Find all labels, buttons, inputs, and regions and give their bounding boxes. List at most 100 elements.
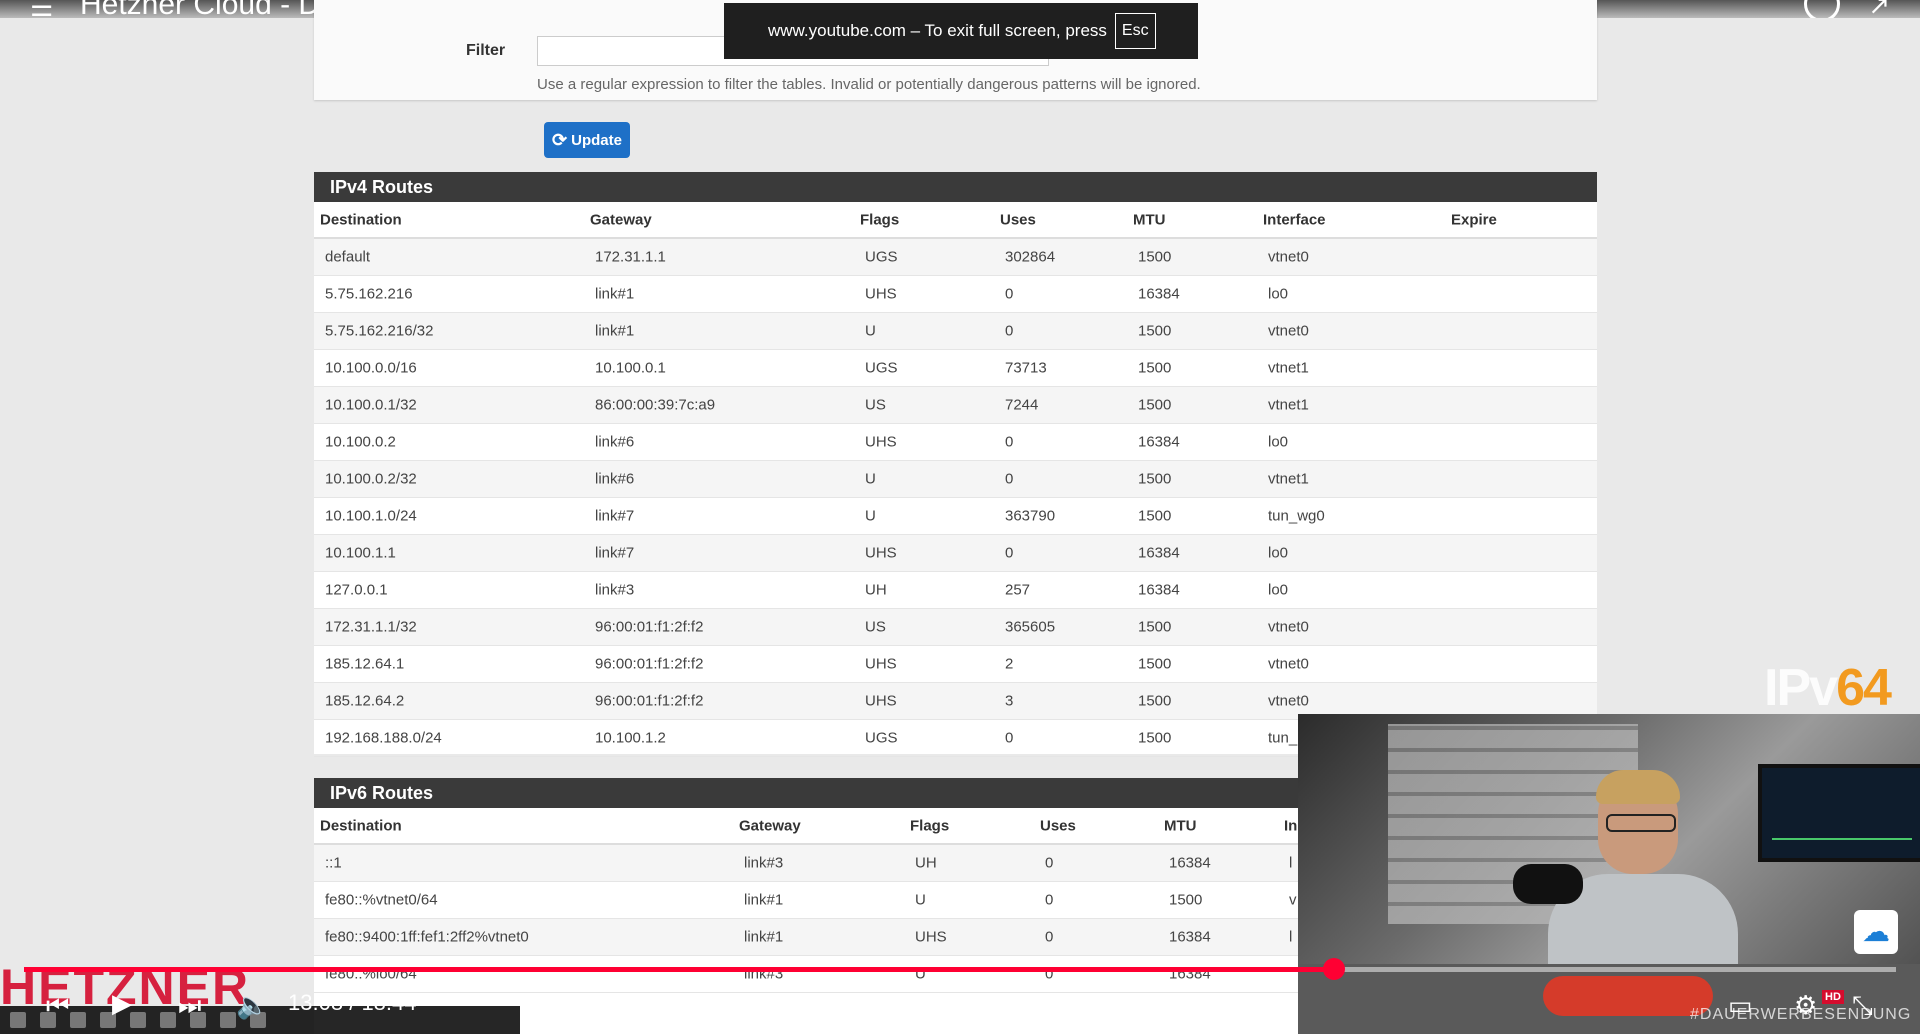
table-cell: UHS [865, 285, 897, 303]
table-cell: U [865, 322, 876, 340]
progress-scrubber[interactable] [1323, 958, 1345, 980]
column-header: MTU [1133, 211, 1166, 228]
table-cell: 127.0.0.1 [325, 581, 388, 599]
table-cell: UGS [865, 248, 898, 266]
play-icon[interactable]: ▶ [112, 988, 132, 1019]
table-cell: vtnet0 [1268, 322, 1309, 340]
time-current: 13:08 [288, 990, 344, 1015]
column-header: Gateway [739, 817, 801, 834]
column-header: MTU [1164, 817, 1197, 834]
table-cell: 1500 [1138, 507, 1172, 525]
cloud-icon: ☁ [1854, 910, 1898, 954]
table-cell: UHS [865, 544, 897, 562]
filter-help-text: Use a regular expression to filter the t… [537, 76, 1201, 93]
table-row: 185.12.64.1 96:00:01:f1:2f:f2 UHS 2 1500 vtne… [314, 646, 1597, 683]
refresh-icon: ⟳ [552, 129, 568, 150]
table-cell: link#1 [744, 928, 784, 946]
next-icon[interactable]: ⏭ [178, 990, 201, 1022]
table-cell: ::1 [325, 854, 342, 872]
table-cell: lo0 [1268, 285, 1289, 303]
table-cell: 365605 [1005, 618, 1056, 636]
table-cell: lo0 [1268, 433, 1289, 451]
table-cell: 86:00:00:39:7c:a9 [595, 396, 716, 414]
table-cell: vtnet1 [1268, 396, 1309, 414]
table-cell: 0 [1005, 729, 1014, 747]
channel-logo-part-a: IPv [1764, 659, 1838, 717]
table-cell: link#1 [595, 322, 635, 340]
table-cell: link#6 [595, 470, 635, 488]
table-cell: UHS [915, 928, 947, 946]
table-cell: lo0 [1268, 544, 1289, 562]
table-cell: 0 [1045, 928, 1054, 946]
table-cell: fe80::9400:1ff:fef1:2ff2%vtnet0 [325, 928, 529, 946]
table-cell: 7244 [1005, 396, 1039, 414]
table-cell: UHS [865, 692, 897, 710]
table-cell: 10.100.1.0/24 [325, 507, 417, 525]
table-row: 127.0.0.1 link#3 UH 257 16384 lo0 [314, 572, 1597, 609]
table-cell: 96:00:01:f1:2f:f2 [595, 618, 704, 636]
table-cell: 363790 [1005, 507, 1056, 525]
table-cell: 1500 [1138, 618, 1172, 636]
fullscreen-notice-text: www.youtube.com – To exit full screen, p… [768, 21, 1107, 40]
table-cell: link#7 [595, 507, 635, 525]
volume-icon[interactable]: 🔈 [236, 990, 268, 1021]
table-cell: US [865, 396, 886, 414]
table-cell: vtnet0 [1268, 655, 1309, 673]
table-cell: 73713 [1005, 359, 1047, 377]
table-cell: link#6 [595, 433, 635, 451]
table-cell: UHS [865, 655, 897, 673]
update-button[interactable]: ⟳ Update [544, 122, 630, 158]
table-cell: 16384 [1138, 544, 1180, 562]
table-cell: 1500 [1138, 729, 1172, 747]
table-cell: U [865, 470, 876, 488]
table-row: 5.75.162.216 link#1 UHS 0 16384 lo0 [314, 276, 1597, 313]
table-cell: 1500 [1138, 359, 1172, 377]
table-cell: 1500 [1138, 655, 1172, 673]
table-cell: 0 [1005, 322, 1014, 340]
previous-icon[interactable]: ⏮ [46, 990, 69, 1022]
progress-played [24, 967, 1334, 972]
table-cell: 185.12.64.1 [325, 655, 405, 673]
table-cell: 0 [1005, 433, 1014, 451]
table-row: 10.100.0.2/32 link#6 U 0 1500 vtnet1 [314, 461, 1597, 498]
table-cell: vtnet1 [1268, 359, 1309, 377]
table-cell: 5.75.162.216/32 [325, 322, 434, 340]
column-header: Uses [1000, 211, 1036, 228]
hd-badge: HD [1822, 990, 1844, 1004]
table-cell: 5.75.162.216 [325, 285, 413, 303]
table-cell: UH [915, 854, 937, 872]
esc-key-hint: Esc [1114, 13, 1156, 49]
table-row: 10.100.0.1/32 86:00:00:39:7c:a9 US 7244 1500… [314, 387, 1597, 424]
table-cell: 10.100.1.1 [325, 544, 396, 562]
table-cell: vtnet0 [1268, 248, 1309, 266]
table-cell: 16384 [1169, 928, 1211, 946]
filter-label: Filter [466, 42, 506, 59]
microphone [1513, 864, 1583, 904]
table-cell: 0 [1045, 854, 1054, 872]
table-cell: UGS [865, 729, 898, 747]
chevron-down-icon[interactable]: ⌄ [952, 984, 970, 1010]
table-cell: 16384 [1138, 433, 1180, 451]
table-cell: link#3 [744, 854, 784, 872]
ipv4-routes-panel: IPv4 Routes Destination Gateway Flags Uses M… [314, 172, 1597, 757]
column-header: Flags [860, 211, 900, 228]
column-header: Gateway [590, 211, 652, 228]
column-header: In [1284, 817, 1298, 834]
table-cell: tun_wg0 [1268, 507, 1325, 525]
time-separator: / [349, 990, 356, 1015]
ipv4-table-body: default 172.31.1.1 UGS 302864 1500 vtnet0 5.75… [314, 239, 1597, 757]
table-cell: 185.12.64.2 [325, 692, 405, 710]
table-cell: fe80::%vtnet0/64 [325, 891, 438, 909]
table-cell: 10.100.0.2 [325, 433, 396, 451]
playlist-icon[interactable]: ☰ [30, 0, 53, 18]
time-display: 13:08 / 18:44 [288, 990, 417, 1016]
watch-later-icon[interactable] [1804, 0, 1840, 18]
table-cell: link#1 [744, 891, 784, 909]
table-cell: default [325, 248, 371, 266]
channel-logo: IPv64 [1764, 658, 1892, 718]
table-row: 5.75.162.216/32 link#1 U 0 1500 vtnet0 [314, 313, 1597, 350]
table-cell: 16384 [1169, 854, 1211, 872]
column-header: Expire [1451, 211, 1497, 228]
share-icon[interactable]: ↗ [1868, 0, 1890, 18]
table-cell: U [865, 507, 876, 525]
